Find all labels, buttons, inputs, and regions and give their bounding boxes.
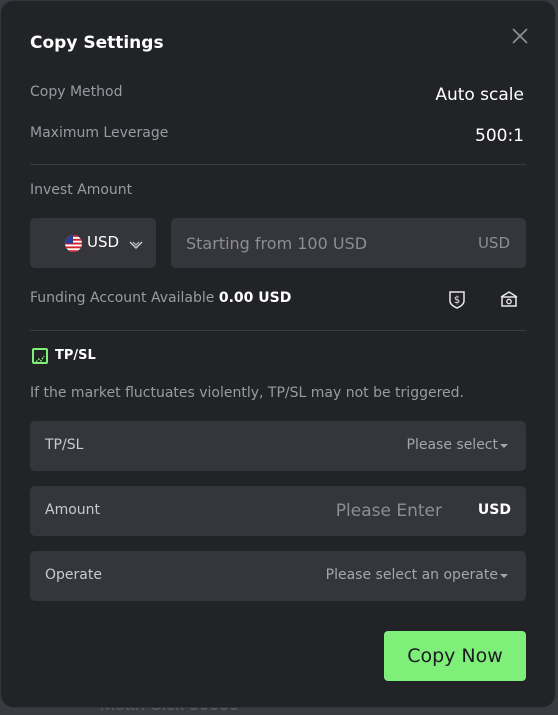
currency-value: USD <box>87 233 120 251</box>
operate-select-placeholder: Please select an operate <box>325 567 498 583</box>
invest-amount-field: USD <box>171 218 526 268</box>
amount-field: Amount USD <box>30 486 526 536</box>
amount-field-label: Amount <box>45 502 101 518</box>
us-flag-icon <box>65 235 82 252</box>
tpsl-warning: If the market fluctuates violently, TP/S… <box>30 385 464 401</box>
copy-now-button[interactable]: Copy Now <box>384 631 526 681</box>
copy-settings-dialog: Copy Settings Copy Method Auto scale Max… <box>0 0 556 708</box>
chevron-down-icon <box>128 236 144 255</box>
tpsl-checkbox[interactable] <box>32 348 48 364</box>
operate-select[interactable]: Operate Please select an operate <box>30 551 526 601</box>
tpsl-select-placeholder: Please select <box>406 437 498 453</box>
funding-label: Funding Account Available <box>30 290 215 306</box>
divider <box>30 330 526 331</box>
dollar-shield-icon[interactable]: $ <box>447 289 467 309</box>
invest-amount-label: Invest Amount <box>30 182 133 198</box>
invest-amount-unit: USD <box>477 234 510 252</box>
copy-method-value: Auto scale <box>435 85 524 105</box>
dialog-title: Copy Settings <box>30 33 164 53</box>
tpsl-field-label: TP/SL <box>45 437 84 453</box>
checkbox-check-icon <box>35 355 45 363</box>
amount-unit: USD <box>477 502 511 518</box>
caret-down-icon <box>500 574 508 578</box>
caret-down-icon <box>500 444 508 448</box>
tpsl-checkbox-label[interactable]: TP/SL <box>55 348 96 363</box>
operate-field-label: Operate <box>45 567 102 583</box>
amount-input[interactable] <box>180 486 442 536</box>
copy-method-label: Copy Method <box>30 84 123 100</box>
tpsl-select[interactable]: TP/SL Please select <box>30 421 526 471</box>
invest-amount-input[interactable] <box>171 218 466 268</box>
funding-value: 0.00 USD <box>218 290 292 306</box>
close-icon[interactable] <box>507 23 533 49</box>
currency-select[interactable]: USD <box>30 218 156 268</box>
max-leverage-value: 500:1 <box>475 126 524 146</box>
bank-icon[interactable] <box>499 289 519 309</box>
divider <box>30 164 526 165</box>
svg-text:$: $ <box>454 295 460 306</box>
funding-account: Funding Account Available 0.00 USD <box>30 290 291 306</box>
max-leverage-label: Maximum Leverage <box>30 125 169 141</box>
